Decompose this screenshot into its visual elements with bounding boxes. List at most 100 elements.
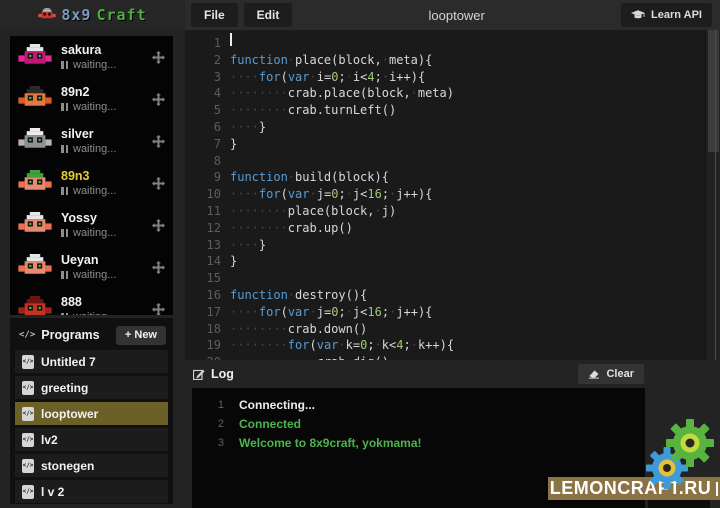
program-name: looptower bbox=[41, 407, 98, 421]
programs-title: Programs bbox=[41, 328, 116, 342]
code-token: 0 bbox=[331, 186, 338, 203]
code-line[interactable]: 6····} bbox=[185, 119, 704, 136]
line-number: 7 bbox=[185, 136, 230, 153]
player-row[interactable]: Yossywaiting... bbox=[10, 204, 173, 246]
code-token: ( bbox=[281, 69, 288, 86]
whitespace-dots: ········ bbox=[230, 102, 288, 119]
whitespace-dots: · bbox=[382, 69, 389, 86]
logo-text-craft: Craft bbox=[96, 6, 146, 24]
code-line[interactable]: 14} bbox=[185, 253, 704, 270]
code-icon: </> bbox=[19, 330, 35, 340]
code-line[interactable]: 4········crab.place(block,·meta) bbox=[185, 85, 704, 102]
code-line[interactable]: 3····for(var·i=0;·i<4;·i++){ bbox=[185, 69, 704, 86]
whitespace-dots: · bbox=[310, 69, 317, 86]
code-token: k= bbox=[346, 337, 360, 354]
program-item[interactable]: </>looptower bbox=[15, 402, 168, 425]
code-token: j< bbox=[353, 186, 367, 203]
code-token: j= bbox=[317, 186, 331, 203]
crab-avatar-icon bbox=[18, 254, 52, 281]
player-name: 89n2 bbox=[61, 85, 146, 99]
scrollbar-thumb[interactable] bbox=[708, 30, 719, 152]
player-row[interactable]: 89n3waiting... bbox=[10, 162, 173, 204]
whitespace-dots: · bbox=[288, 169, 295, 186]
players-panel: sakurawaiting... 89n2waiting... silverwa… bbox=[10, 36, 173, 315]
new-program-button[interactable]: + New bbox=[116, 326, 166, 345]
code-token: ; bbox=[338, 186, 345, 203]
player-row[interactable]: sakurawaiting... bbox=[10, 36, 173, 78]
move-player-icon[interactable] bbox=[152, 51, 165, 64]
edit-menu-button[interactable]: Edit bbox=[244, 3, 293, 27]
whitespace-dots: ········ bbox=[230, 85, 288, 102]
code-line[interactable]: 12········crab.up() bbox=[185, 220, 704, 237]
player-row[interactable]: silverwaiting... bbox=[10, 120, 173, 162]
program-file-icon: </> bbox=[22, 355, 34, 369]
program-item[interactable]: </>l v 2 bbox=[15, 480, 168, 503]
move-player-icon[interactable] bbox=[152, 219, 165, 232]
move-player-icon[interactable] bbox=[152, 177, 165, 190]
code-token: j++){ bbox=[396, 186, 432, 203]
program-file-icon: </> bbox=[22, 381, 34, 395]
player-info: Yossywaiting... bbox=[61, 211, 146, 239]
code-token: crab.up() bbox=[288, 220, 353, 237]
move-player-icon[interactable] bbox=[152, 93, 165, 106]
code-line[interactable]: 5········crab.turnLeft() bbox=[185, 102, 704, 119]
code-area[interactable]: 12function·place(block,·meta){3····for(v… bbox=[185, 35, 704, 360]
log-entry: 3Welcome to 8x9craft, yokmama! bbox=[192, 434, 645, 453]
code-token: for bbox=[259, 69, 281, 86]
code-line[interactable]: 8 bbox=[185, 153, 704, 170]
crab-avatar-icon bbox=[18, 128, 52, 155]
code-line[interactable]: 11········place(block,·j) bbox=[185, 203, 704, 220]
editor-scrollbar[interactable] bbox=[705, 30, 720, 360]
code-token: crab.down() bbox=[288, 321, 367, 338]
player-info: 888waiting... bbox=[61, 295, 146, 315]
code-line[interactable]: 17····for(var·j=0;·j<16;·j++){ bbox=[185, 304, 704, 321]
programs-list: </>Untitled 7</>greeting</>looptower</>l… bbox=[15, 350, 168, 503]
code-line[interactable]: 15 bbox=[185, 270, 704, 287]
code-line[interactable]: 2function·place(block,·meta){ bbox=[185, 52, 704, 69]
crab-logo-icon bbox=[38, 8, 56, 22]
code-line[interactable]: 19········for(var·k=0;·k<4;·k++){ bbox=[185, 337, 704, 354]
code-line[interactable]: 1 bbox=[185, 35, 704, 52]
player-row[interactable]: 89n2waiting... bbox=[10, 78, 173, 120]
crab-avatar-icon bbox=[18, 44, 52, 71]
move-player-icon[interactable] bbox=[152, 261, 165, 274]
pause-icon bbox=[61, 61, 68, 69]
code-token: function bbox=[230, 52, 288, 69]
clear-label: Clear bbox=[606, 368, 634, 380]
code-line[interactable]: 13····} bbox=[185, 237, 704, 254]
code-editor[interactable]: 12function·place(block,·meta){3····for(v… bbox=[185, 30, 720, 360]
code-token: 0 bbox=[331, 69, 338, 86]
line-number: 11 bbox=[185, 203, 230, 220]
player-status: waiting... bbox=[61, 185, 146, 197]
clear-log-button[interactable]: Clear bbox=[578, 364, 644, 384]
program-item[interactable]: </>greeting bbox=[15, 376, 168, 399]
code-token: i< bbox=[353, 69, 367, 86]
code-line[interactable]: 7} bbox=[185, 136, 704, 153]
code-line[interactable]: 16function·destroy(){ bbox=[185, 287, 704, 304]
code-line[interactable]: 18········crab.down() bbox=[185, 321, 704, 338]
log-title: Log bbox=[211, 367, 234, 381]
log-entry-text: Connected bbox=[239, 415, 301, 434]
line-number: 1 bbox=[185, 35, 230, 52]
line-number: 2 bbox=[185, 52, 230, 69]
learn-api-button[interactable]: Learn API bbox=[621, 3, 712, 27]
player-info: 89n2waiting... bbox=[61, 85, 146, 113]
text-cursor bbox=[230, 33, 232, 46]
code-line[interactable]: 9function·build(block){ bbox=[185, 169, 704, 186]
program-item[interactable]: </>Untitled 7 bbox=[15, 350, 168, 373]
whitespace-dots: · bbox=[389, 304, 396, 321]
move-player-icon[interactable] bbox=[152, 135, 165, 148]
program-item[interactable]: </>stonegen bbox=[15, 454, 168, 477]
code-token: place(block, bbox=[288, 203, 375, 220]
code-token: meta) bbox=[418, 85, 454, 102]
code-token: ; bbox=[382, 186, 389, 203]
program-item[interactable]: </>lv2 bbox=[15, 428, 168, 451]
file-menu-button[interactable]: File bbox=[191, 3, 238, 27]
log-entry: 1Connecting... bbox=[192, 396, 645, 415]
code-token: var bbox=[317, 337, 339, 354]
code-line[interactable]: 10····for(var·j=0;·j<16;·j++){ bbox=[185, 186, 704, 203]
move-player-icon[interactable] bbox=[152, 303, 165, 316]
player-row[interactable]: 888waiting... bbox=[10, 288, 173, 315]
line-number: 18 bbox=[185, 321, 230, 338]
player-row[interactable]: Ueyanwaiting... bbox=[10, 246, 173, 288]
